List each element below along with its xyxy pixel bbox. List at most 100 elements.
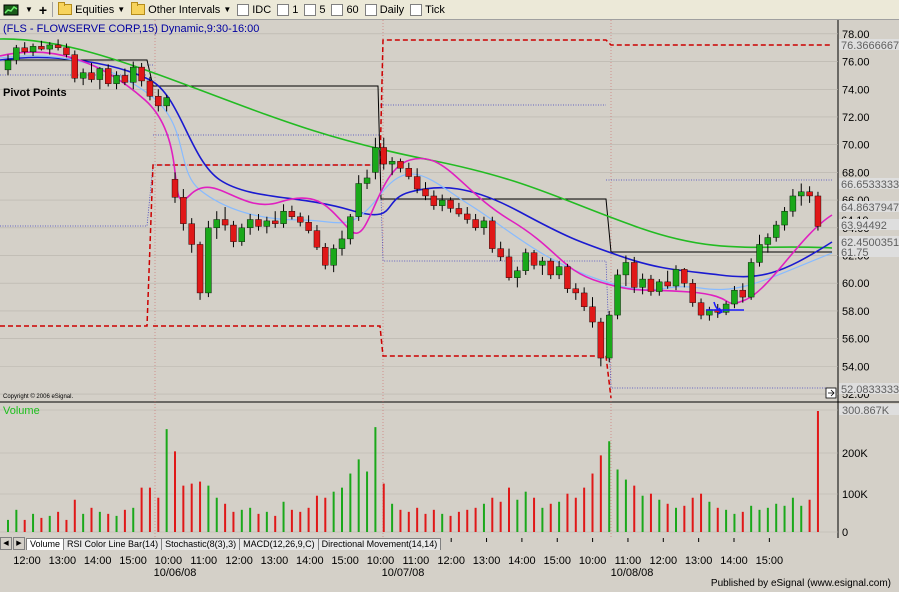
time-tick-label: 14:00	[296, 555, 324, 567]
date-label: 10/07/08	[382, 567, 425, 578]
candle-body	[221, 219, 229, 226]
interval-1[interactable]: 1	[274, 1, 301, 18]
candle-body	[622, 262, 630, 276]
date-label: 10/06/08	[154, 567, 197, 578]
study-label: Pivot Points	[3, 87, 67, 99]
volume-tick-label: 300.867K	[842, 405, 890, 417]
candle-body	[422, 188, 429, 197]
interval-tick[interactable]: Tick	[407, 1, 448, 18]
folder-icon	[58, 2, 73, 15]
candle-body	[163, 97, 170, 107]
candle-body	[606, 314, 613, 359]
study-tabs: ◀ ▶ Volume RSI Color Line Bar(14) Stocha…	[0, 537, 442, 550]
candle-body	[330, 248, 337, 266]
candle-body	[372, 147, 379, 173]
candle-body	[79, 72, 87, 79]
candle	[205, 220, 212, 298]
candle-body	[305, 222, 312, 231]
candle-body	[447, 199, 454, 209]
tab-prev-icon[interactable]: ◀	[0, 537, 12, 550]
candle-body	[656, 281, 663, 292]
tab-macd[interactable]: MACD(12,26,9,C)	[239, 538, 319, 550]
candle-body	[13, 47, 20, 61]
interval-daily[interactable]: Daily	[362, 1, 407, 18]
time-tick-label: 15:00	[756, 555, 784, 567]
candle-body	[71, 54, 79, 79]
dropdown-arrow-icon[interactable]: ▼	[22, 1, 36, 18]
tab-stochastic[interactable]: Stochastic(8(3),3)	[161, 538, 241, 550]
candle-body	[138, 66, 145, 82]
candle-body	[764, 237, 772, 245]
folder-icon	[131, 2, 146, 15]
candle-body	[798, 191, 805, 197]
time-tick-label: 12:00	[437, 555, 465, 567]
volume-label: Volume	[3, 405, 40, 417]
candle-body	[130, 66, 137, 83]
interval-label: 60	[346, 3, 359, 16]
candle-body	[480, 220, 488, 229]
candle-body	[171, 179, 179, 198]
interval-60[interactable]: 60	[328, 1, 361, 18]
price-tick-label: 60.00	[842, 278, 870, 290]
candle-body	[313, 230, 321, 248]
interval-5[interactable]: 5	[301, 1, 328, 18]
candle-body	[731, 289, 738, 305]
candle-body	[54, 44, 62, 48]
candle-body	[697, 302, 705, 316]
candle-body	[4, 59, 12, 71]
candle-body	[722, 303, 730, 313]
candle-body	[789, 195, 797, 212]
candle	[747, 258, 755, 300]
candle-body	[430, 195, 438, 206]
checkbox-icon	[410, 3, 423, 16]
candle-body	[514, 270, 521, 278]
tab-volume[interactable]: Volume	[26, 538, 65, 550]
tab-directional-movement[interactable]: Directional Movement(14,14)	[317, 538, 442, 550]
time-tick-label: 12:00	[650, 555, 678, 567]
footer-credit: Published by eSignal (www.esignal.com)	[710, 578, 891, 589]
price-tag-label: 64.8637947	[841, 202, 899, 214]
candle-body	[572, 288, 579, 294]
candle	[71, 50, 79, 83]
separator	[52, 2, 54, 17]
time-tick-label: 10:00	[579, 555, 607, 567]
candle-body	[38, 46, 45, 50]
candle-body	[272, 220, 279, 224]
equities-menu[interactable]: Equities ▼	[55, 1, 128, 18]
candle-body	[522, 252, 529, 271]
candle-body	[288, 210, 296, 217]
price-tag: 66.6533333	[839, 178, 899, 191]
candle-body	[639, 278, 646, 288]
candle-body	[497, 248, 504, 258]
candle-body	[555, 266, 563, 276]
candle-body	[205, 227, 212, 294]
tab-next-icon[interactable]: ▶	[13, 537, 25, 550]
candle-body	[614, 274, 621, 316]
date-label: 10/08/08	[611, 567, 654, 578]
other-intervals-label: Other Intervals	[148, 3, 221, 16]
candle-body	[380, 147, 387, 165]
time-tick-label: 10:00	[155, 555, 183, 567]
price-tick-label: 56.00	[842, 334, 870, 346]
candle-body	[747, 262, 755, 298]
tab-rsi[interactable]: RSI Color Line Bar(14)	[63, 538, 163, 550]
time-tick-label: 10:00	[367, 555, 395, 567]
time-tick-label: 11:00	[402, 555, 429, 567]
copyright: Copyright © 2006 eSignal.	[3, 393, 73, 400]
candle-body	[773, 224, 780, 238]
candle-body	[814, 195, 822, 227]
interval-idc[interactable]: IDC	[234, 1, 274, 18]
cursor-icon	[825, 387, 837, 399]
other-intervals-menu[interactable]: Other Intervals ▼	[128, 1, 234, 18]
add-icon[interactable]: +	[36, 1, 50, 18]
time-tick-label: 13:00	[261, 555, 289, 567]
checkbox-icon	[237, 3, 250, 16]
candle-body	[255, 219, 262, 227]
candle-body	[530, 252, 538, 266]
chart-icon[interactable]	[0, 1, 22, 18]
time-tick-label: 13:00	[685, 555, 713, 567]
candle-body	[664, 281, 671, 287]
candle-body	[647, 278, 655, 292]
price-chart[interactable]: 78.0076.0074.0072.0070.0068.0066.0064.00…	[0, 20, 899, 578]
candle-body	[439, 199, 446, 206]
